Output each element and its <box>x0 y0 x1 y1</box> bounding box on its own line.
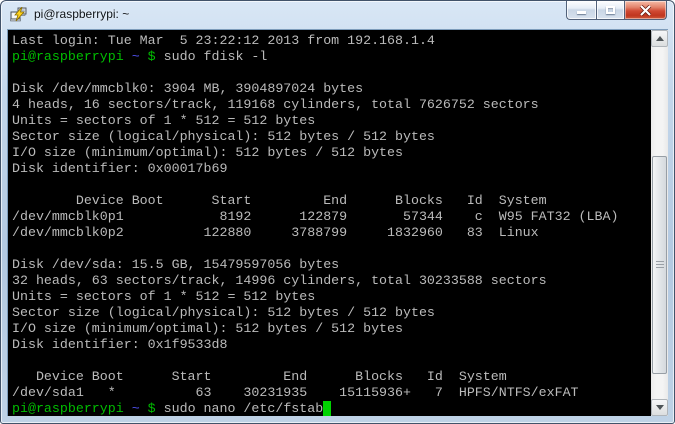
arrow-up-icon <box>655 36 664 41</box>
minimize-icon <box>577 11 586 14</box>
terminal-line: pi@raspberrypi ~ $ sudo nano /etc/fstab <box>12 401 651 416</box>
terminal-line: Sector size (logical/physical): 512 byte… <box>12 129 435 144</box>
maximize-button[interactable] <box>596 1 625 20</box>
terminal-line: Disk /dev/sda: 15.5 GB, 15479597056 byte… <box>12 257 340 272</box>
grip-icon <box>655 261 664 270</box>
terminal-line: /dev/mmcblk0p1 8192 122879 57344 c W95 F… <box>12 209 619 224</box>
terminal-line: I/O size (minimum/optimal): 512 bytes / … <box>12 321 403 336</box>
scroll-up-button[interactable] <box>651 30 668 47</box>
terminal-line: /dev/mmcblk0p2 122880 3788799 1832960 83… <box>12 225 539 240</box>
close-button[interactable] <box>625 1 667 20</box>
terminal-line: I/O size (minimum/optimal): 512 bytes / … <box>12 145 403 160</box>
terminal-line: 4 heads, 16 sectors/track, 119168 cylind… <box>12 97 539 112</box>
terminal-client-area: Last login: Tue Mar 5 23:22:12 2013 from… <box>7 29 668 416</box>
scrollbar-thumb[interactable] <box>652 156 667 375</box>
terminal-line: 32 heads, 63 sectors/track, 14996 cylind… <box>12 273 547 288</box>
terminal-line: pi@raspberrypi ~ $ sudo fdisk -l <box>12 49 268 64</box>
putty-window: pi@raspberrypi: ~ Last login: Tue Mar 5 … <box>0 0 675 424</box>
terminal-screen[interactable]: Last login: Tue Mar 5 23:22:12 2013 from… <box>8 30 651 416</box>
terminal-line: Disk identifier: 0x00017b69 <box>12 161 228 176</box>
scroll-down-button[interactable] <box>651 399 668 416</box>
terminal-cursor <box>323 401 332 416</box>
terminal-line: Device Boot Start End Blocks Id System <box>12 369 507 384</box>
window-title: pi@raspberrypi: ~ <box>34 7 130 21</box>
scrollbar-track[interactable] <box>651 47 668 399</box>
terminal-line: Disk identifier: 0x1f9533d8 <box>12 337 228 352</box>
terminal-line: Device Boot Start End Blocks Id System <box>12 193 547 208</box>
terminal-line: Last login: Tue Mar 5 23:22:12 2013 from… <box>12 33 435 48</box>
terminal-line: Sector size (logical/physical): 512 byte… <box>12 305 435 320</box>
terminal-line: /dev/sda1 * 63 30231935 15115936+ 7 HPFS… <box>12 385 579 400</box>
titlebar[interactable]: pi@raspberrypi: ~ <box>1 1 674 29</box>
arrow-down-icon <box>655 405 664 410</box>
scrollbar <box>651 30 668 416</box>
minimize-button[interactable] <box>566 1 596 20</box>
close-icon <box>639 4 652 16</box>
putty-icon[interactable] <box>10 6 28 23</box>
caption-buttons <box>566 1 667 20</box>
terminal-line: Disk /dev/mmcblk0: 3904 MB, 3904897024 b… <box>12 81 364 96</box>
maximize-icon <box>606 6 615 14</box>
terminal-line: Units = sectors of 1 * 512 = 512 bytes <box>12 113 316 128</box>
terminal-line: Units = sectors of 1 * 512 = 512 bytes <box>12 289 316 304</box>
